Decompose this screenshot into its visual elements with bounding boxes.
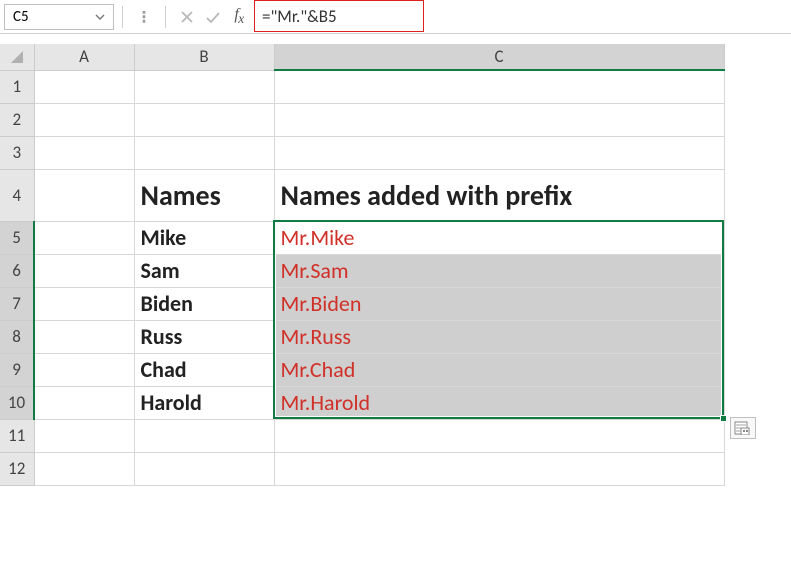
formula-input-wrap: ="Mr."&B5	[256, 4, 787, 30]
col-header-C[interactable]: C	[274, 44, 724, 70]
cell[interactable]	[34, 419, 134, 452]
col-header-A[interactable]: A	[34, 44, 134, 70]
cell-name[interactable]: Chad	[134, 353, 274, 386]
cell[interactable]	[274, 452, 724, 485]
cell[interactable]	[34, 221, 134, 254]
cell[interactable]	[34, 386, 134, 419]
autofill-options-icon[interactable]	[730, 417, 756, 439]
row-header[interactable]: 2	[0, 103, 34, 136]
col-header-B[interactable]: B	[134, 44, 274, 70]
cell[interactable]	[34, 103, 134, 136]
cell-name[interactable]: Mike	[134, 221, 274, 254]
cell-prefixed[interactable]: Mr.Chad	[274, 353, 724, 386]
name-box-value: C5	[13, 8, 29, 26]
cell[interactable]	[34, 287, 134, 320]
cell[interactable]	[274, 419, 724, 452]
worksheet[interactable]: A B C 1 2 3 4 NamesNames added with prefi…	[0, 44, 791, 486]
cell[interactable]	[34, 70, 134, 103]
chevron-down-icon[interactable]	[95, 12, 105, 22]
cell[interactable]	[134, 452, 274, 485]
formula-input[interactable]: ="Mr."&B5	[256, 6, 343, 27]
enter-icon[interactable]	[200, 4, 226, 30]
cell[interactable]	[34, 254, 134, 287]
row-header[interactable]: 1	[0, 70, 34, 103]
range-colon-icon: ⁝	[131, 4, 157, 30]
cell-prefixed[interactable]: Mr.Sam	[274, 254, 724, 287]
cell[interactable]	[134, 419, 274, 452]
cell-name[interactable]: Harold	[134, 386, 274, 419]
cell-prefixed[interactable]: Mr.Biden	[274, 287, 724, 320]
cell[interactable]	[34, 320, 134, 353]
separator	[165, 6, 166, 28]
cell-prefixed[interactable]: Mr.Russ	[274, 320, 724, 353]
cell[interactable]	[34, 169, 134, 221]
cell[interactable]	[34, 353, 134, 386]
select-all-corner[interactable]	[0, 44, 34, 70]
row-header[interactable]: 4	[0, 169, 34, 221]
fx-icon[interactable]: fx	[226, 4, 252, 30]
row-header[interactable]: 7	[0, 287, 34, 320]
row-header[interactable]: 5	[0, 221, 34, 254]
cell-prefixed[interactable]: Mr.Mike	[274, 221, 724, 254]
cell-name[interactable]: Sam	[134, 254, 274, 287]
cell-prefixed[interactable]: Mr.Harold	[274, 386, 724, 419]
cell[interactable]	[34, 136, 134, 169]
cell-name[interactable]: Biden	[134, 287, 274, 320]
cell-prefix-header[interactable]: Names added with prefix	[274, 169, 724, 221]
row-header[interactable]: 12	[0, 452, 34, 485]
separator	[122, 6, 123, 28]
cell[interactable]	[134, 103, 274, 136]
cell[interactable]	[134, 70, 274, 103]
cell[interactable]	[274, 136, 724, 169]
row-header[interactable]: 9	[0, 353, 34, 386]
name-box[interactable]: C5	[4, 4, 114, 30]
row-header[interactable]: 8	[0, 320, 34, 353]
row-header[interactable]: 11	[0, 419, 34, 452]
fill-handle[interactable]	[720, 415, 727, 422]
grid[interactable]: A B C 1 2 3 4 NamesNames added with prefi…	[0, 44, 725, 486]
cell[interactable]	[274, 70, 724, 103]
row-header[interactable]: 6	[0, 254, 34, 287]
cell-name[interactable]: Russ	[134, 320, 274, 353]
row-header[interactable]: 10	[0, 386, 34, 419]
row-header[interactable]: 3	[0, 136, 34, 169]
cell[interactable]	[274, 103, 724, 136]
formula-bar: C5 ⁝ fx ="Mr."&B5	[0, 0, 791, 34]
cell[interactable]	[134, 136, 274, 169]
cancel-icon[interactable]	[174, 4, 200, 30]
cell[interactable]	[34, 452, 134, 485]
cell-names-header[interactable]: Names	[134, 169, 274, 221]
